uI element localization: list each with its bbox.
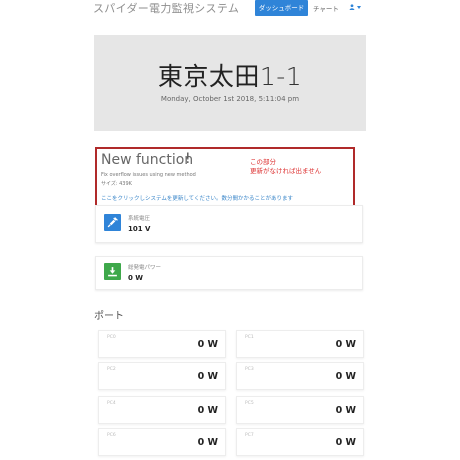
port-value: 0 W bbox=[335, 371, 356, 382]
port-card-pc6: PC6 0 W bbox=[98, 428, 226, 456]
port-value: 0 W bbox=[197, 437, 218, 448]
user-icon bbox=[349, 4, 355, 10]
metric-label: 総発電パワー bbox=[128, 265, 162, 271]
download-icon bbox=[104, 263, 121, 280]
port-value: 0 W bbox=[335, 437, 356, 448]
port-card-pc1: PC1 0 W bbox=[236, 330, 364, 358]
port-value: 0 W bbox=[197, 405, 218, 416]
plug-icon bbox=[104, 214, 121, 231]
notice-exclamation: ! bbox=[185, 151, 191, 167]
navbar: スパイダー電力監視システム ダッシュボード チャート bbox=[0, 0, 460, 22]
current-datetime: Monday, October 1st 2018, 5:11:04 pm bbox=[160, 95, 300, 103]
port-label: PC1 bbox=[245, 335, 254, 340]
port-value: 0 W bbox=[335, 405, 356, 416]
notice-annotation-line2: 更新がなければ出ません bbox=[250, 167, 322, 175]
notice-title: New function bbox=[101, 152, 194, 168]
port-card-pc3: PC3 0 W bbox=[236, 362, 364, 390]
port-label: PC6 bbox=[107, 433, 116, 438]
port-card-pc0: PC0 0 W bbox=[98, 330, 226, 358]
port-label: PC2 bbox=[107, 367, 116, 372]
nav-dashboard-button[interactable]: ダッシュボード bbox=[255, 0, 308, 16]
port-value: 0 W bbox=[197, 371, 218, 382]
port-card-pc5: PC5 0 W bbox=[236, 396, 364, 424]
site-title: 東京太田1-1 bbox=[94, 57, 366, 93]
notice-size-text: サイズ: 439K bbox=[101, 181, 132, 187]
metric-card-generation-power: 総発電パワー 0 W bbox=[95, 256, 363, 290]
port-card-pc2: PC2 0 W bbox=[98, 362, 226, 390]
app-brand[interactable]: スパイダー電力監視システム bbox=[93, 0, 239, 16]
metric-card-voltage: 系統電圧 101 V bbox=[95, 205, 363, 243]
site-title-name: 東京太田 bbox=[157, 62, 260, 91]
port-card-pc4: PC4 0 W bbox=[98, 396, 226, 424]
port-value: 0 W bbox=[197, 339, 218, 350]
site-title-number: 1-1 bbox=[259, 62, 303, 91]
metric-label: 系統電圧 bbox=[128, 216, 151, 222]
port-label: PC7 bbox=[245, 433, 254, 438]
metric-value: 0 W bbox=[128, 274, 144, 282]
port-value: 0 W bbox=[335, 339, 356, 350]
port-label: PC5 bbox=[245, 401, 254, 406]
metric-value: 101 V bbox=[128, 225, 151, 233]
chevron-down-icon bbox=[357, 5, 361, 9]
site-header-panel: 東京太田1-1 Monday, October 1st 2018, 5:11:0… bbox=[94, 35, 366, 131]
update-notice: New function ! この部分 更新がなければ出ません Fix over… bbox=[95, 147, 355, 211]
port-label: PC4 bbox=[107, 401, 116, 406]
user-menu[interactable] bbox=[349, 3, 361, 11]
port-label: PC0 bbox=[107, 335, 116, 340]
port-card-pc7: PC7 0 W bbox=[236, 428, 364, 456]
nav-chart-link[interactable]: チャート bbox=[313, 3, 339, 13]
ports-section-title: ポート bbox=[94, 311, 124, 322]
update-system-link[interactable]: ここをクリックしシステムを更新してください。数分間かかることがあります bbox=[101, 194, 293, 202]
port-label: PC3 bbox=[245, 367, 254, 372]
notice-fix-text: Fix overflow issues using new method bbox=[101, 172, 196, 178]
